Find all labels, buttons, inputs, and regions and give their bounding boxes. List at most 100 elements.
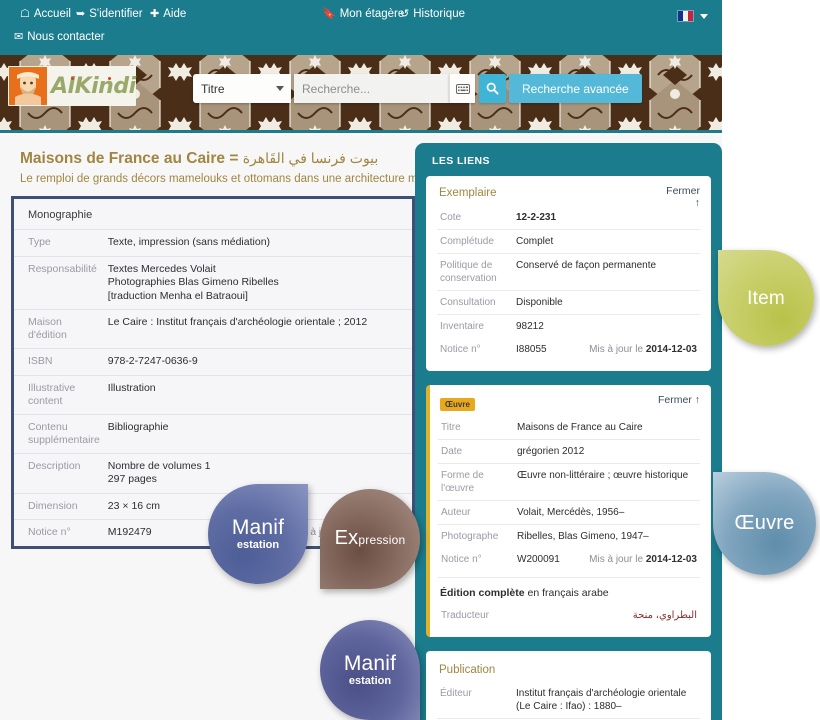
traducteur-value: البطراوي، منحة bbox=[514, 604, 700, 627]
search-input-placeholder: Recherche... bbox=[302, 81, 371, 96]
nav-item-historique-label: Historique bbox=[413, 8, 465, 20]
publication-card: Publication Éditeur Institut français d'a… bbox=[426, 651, 711, 720]
nav-item-aide[interactable]: ✚ Aide bbox=[150, 6, 186, 22]
notice-number: I88055 bbox=[516, 344, 547, 355]
notice-value: I88055 Mis à jour le 2014-12-03 bbox=[513, 338, 700, 361]
publication-title: Publication bbox=[439, 664, 496, 676]
page-subtitle: Le remploi de grands décors mamelouks et… bbox=[20, 173, 454, 185]
table-row: Forme de l'œuvre Œuvre non-littéraire ; œ… bbox=[438, 463, 700, 501]
alkindi-portrait-icon bbox=[9, 67, 47, 105]
virtual-keyboard-icon[interactable] bbox=[449, 74, 475, 103]
annotation-sublabel: estation bbox=[236, 538, 280, 551]
notice-key: Notice n° bbox=[14, 519, 104, 546]
oeuvre-close-link[interactable]: Fermer ↑ bbox=[658, 394, 700, 407]
annotation-label: Manif bbox=[343, 651, 397, 675]
magnifier-icon bbox=[486, 82, 499, 95]
row-value: Bibliographie bbox=[103, 413, 412, 453]
updated-stamp: Mis à jour le 2014-12-03 bbox=[589, 343, 697, 356]
table-row: Éditeur Institut français d'archéologie o… bbox=[437, 682, 700, 719]
table-row: Inventaire 98212 bbox=[437, 314, 700, 338]
annotation-label: Œuvre bbox=[734, 512, 795, 534]
notice-number: W200091 bbox=[517, 554, 560, 565]
table-row: Responsabilité Textes Mercedes Volait Pho… bbox=[14, 255, 412, 310]
row-value: Illustration bbox=[103, 374, 412, 414]
home-icon: ☖ bbox=[20, 8, 30, 20]
row-key: Titre bbox=[441, 422, 461, 433]
row-value: Conservé de façon permanente bbox=[513, 253, 700, 291]
row-value: Œuvre non-littéraire ; œuvre historique bbox=[514, 463, 700, 501]
annotation-bubble-manifestation-2: Manif estation bbox=[320, 620, 420, 720]
annotation-label: Expression bbox=[334, 526, 406, 551]
sign-in-icon: ➥ bbox=[76, 8, 86, 20]
exemplaire-close-label: Fermer bbox=[666, 185, 700, 197]
top-navigation-bar: ☖ Accueil ➥ S'identifier ✚ Aide 🔖 Mon ét… bbox=[0, 0, 722, 55]
table-row: Cote 12-2-231 bbox=[437, 206, 700, 230]
app-root: ☖ Accueil ➥ S'identifier ✚ Aide 🔖 Mon ét… bbox=[0, 0, 820, 720]
annotation-bubble-expression: Expression bbox=[320, 489, 420, 589]
exemplaire-close-link[interactable]: Fermer ↑ bbox=[666, 185, 700, 209]
notice-key: Notice n° bbox=[440, 344, 481, 355]
site-logo[interactable]: AlKindi bbox=[8, 66, 136, 106]
updated-label: Mis à jour le bbox=[589, 344, 644, 355]
nav-item-aide-label: Aide bbox=[163, 8, 187, 20]
search-field-select-value: Titre bbox=[201, 81, 225, 96]
updated-date: 2014-12-03 bbox=[645, 554, 697, 565]
oeuvre-badge: Œuvre bbox=[440, 398, 475, 411]
traducteur-key: Traducteur bbox=[441, 610, 489, 621]
page-title-fr: Maisons de France au Caire bbox=[20, 150, 226, 167]
help-circle-icon: ✚ bbox=[150, 8, 160, 20]
nav-item-nous-contacter[interactable]: ✉ Nous contacter bbox=[14, 29, 105, 45]
logo-dot bbox=[108, 76, 111, 80]
table-row: Consultation Disponible bbox=[437, 290, 700, 315]
les-liens-header: LES LIENS bbox=[432, 155, 490, 167]
advanced-search-button[interactable]: Recherche avancée bbox=[509, 74, 642, 103]
row-key: Consultation bbox=[437, 290, 513, 315]
nav-item-sidentifier[interactable]: ➥ S'identifier bbox=[76, 6, 143, 22]
exemplaire-title: Exemplaire bbox=[439, 187, 497, 199]
traducteur-arabic: البطراوي، منحة bbox=[632, 610, 697, 621]
chevron-down-icon bbox=[276, 86, 284, 91]
edition-line: Édition complète en français arabe bbox=[438, 577, 700, 604]
nav-item-accueil-label: Accueil bbox=[33, 8, 71, 20]
row-key: ISBN bbox=[14, 348, 104, 375]
publication-table: Éditeur Institut français d'archéologie o… bbox=[437, 682, 700, 720]
table-row: Politique de conservation Conservé de faç… bbox=[437, 253, 700, 291]
updated-label: Mis à jour le bbox=[589, 554, 644, 565]
nav-item-nous-contacter-label: Nous contacter bbox=[27, 31, 105, 43]
row-key: Dimension bbox=[14, 492, 104, 520]
chevron-down-icon[interactable] bbox=[700, 14, 708, 19]
french-flag-icon[interactable] bbox=[677, 10, 694, 22]
table-row: ISBN 978-2-7247-0636-9 bbox=[14, 348, 412, 375]
row-key: Description bbox=[14, 452, 104, 493]
exemplaire-card: Exemplaire Fermer ↑ Cote 12-2-231 Complétu… bbox=[426, 176, 711, 371]
row-key: Type bbox=[14, 229, 104, 256]
table-row: Type Texte, impression (sans médiation) bbox=[14, 229, 412, 256]
page-title-ar: بيوت فرنسا في القَاهرة bbox=[242, 150, 379, 166]
notice-key: Notice n° bbox=[441, 554, 482, 565]
nav-item-accueil[interactable]: ☖ Accueil bbox=[20, 6, 71, 22]
nav-item-mon-etagere[interactable]: 🔖 Mon étagère bbox=[322, 6, 404, 22]
table-row: Traducteur البطراوي، منحة bbox=[438, 604, 700, 627]
row-key: Éditeur bbox=[440, 688, 472, 699]
annotation-bubble-oeuvre: Œuvre bbox=[713, 472, 816, 575]
exemplaire-table: Cote 12-2-231 Complétude Complet Politique d… bbox=[437, 206, 700, 361]
row-key: Auteur bbox=[438, 500, 514, 525]
search-input[interactable]: Recherche... bbox=[294, 74, 449, 103]
oeuvre-table: Titre Maisons de France au Caire Date grégo… bbox=[438, 416, 700, 571]
annotation-sublabel: estation bbox=[348, 674, 392, 687]
bookmark-icon: 🔖 bbox=[322, 8, 336, 20]
updated-stamp: Mis à jour le 2014-12-03 bbox=[589, 553, 697, 566]
annotation-label-part1: Ex bbox=[334, 526, 359, 549]
logo-dot bbox=[71, 76, 74, 80]
row-value: 98212 bbox=[513, 314, 700, 338]
row-value: Le Caire : Institut français d'archéolog… bbox=[103, 309, 412, 349]
table-row: Auteur Volait, Mercédès, 1956– bbox=[438, 500, 700, 525]
search-field-select[interactable]: Titre bbox=[193, 74, 291, 103]
search-submit-button[interactable] bbox=[479, 74, 506, 103]
row-value: Volait, Mercédès, 1956– bbox=[514, 500, 700, 525]
nav-item-historique[interactable]: ↺ Historique bbox=[400, 6, 465, 22]
table-row: Complétude Complet bbox=[437, 229, 700, 254]
nav-item-sidentifier-label: S'identifier bbox=[89, 8, 143, 20]
table-row: Date grégorien 2012 bbox=[438, 439, 700, 464]
row-key: Contenu supplémentaire bbox=[14, 413, 104, 453]
